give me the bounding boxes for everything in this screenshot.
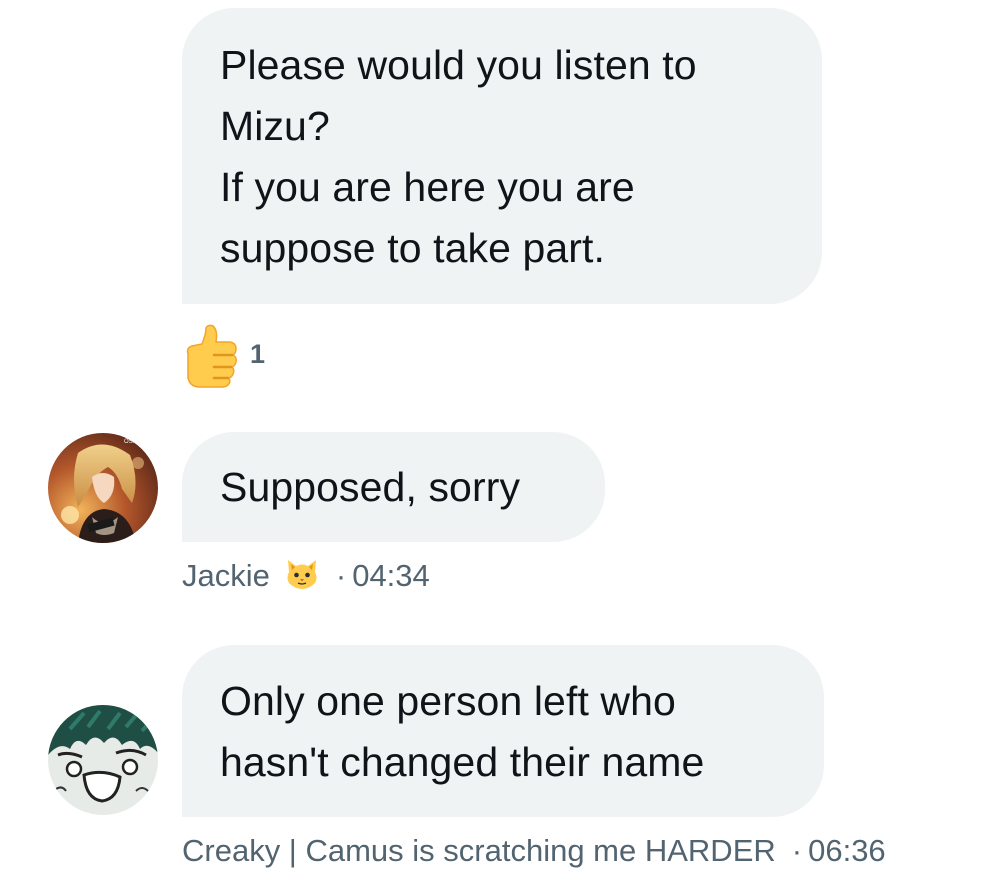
timestamp[interactable]: 04:34: [352, 558, 430, 594]
message-bubble[interactable]: Supposed, sorry: [182, 432, 605, 542]
cat-face-emoji-icon: [284, 554, 320, 598]
reaction-thumbs-up[interactable]: 1: [182, 322, 265, 390]
separator-dot: ·: [335, 558, 347, 593]
separator-dot: ·: [791, 833, 803, 868]
author-name[interactable]: Creaky | Camus is scratching me HARDER: [182, 833, 776, 869]
avatar[interactable]: OSAOTOM: [48, 433, 158, 543]
avatar[interactable]: [48, 705, 158, 815]
message-bubble[interactable]: Please would you listen to Mizu? If you …: [182, 8, 822, 304]
author-name[interactable]: Jackie: [182, 558, 270, 594]
timestamp[interactable]: 06:36: [808, 833, 886, 869]
reaction-count: 1: [250, 338, 266, 369]
message-meta: Creaky | Camus is scratching me HARDER ·…: [182, 830, 886, 872]
message-bubble[interactable]: Only one person left who hasn't changed …: [182, 645, 824, 817]
message-meta: Jackie · 04:34: [182, 556, 430, 596]
svg-text:OSAOTOM: OSAOTOM: [124, 439, 155, 445]
thumbs-up-emoji-icon: [182, 324, 240, 388]
